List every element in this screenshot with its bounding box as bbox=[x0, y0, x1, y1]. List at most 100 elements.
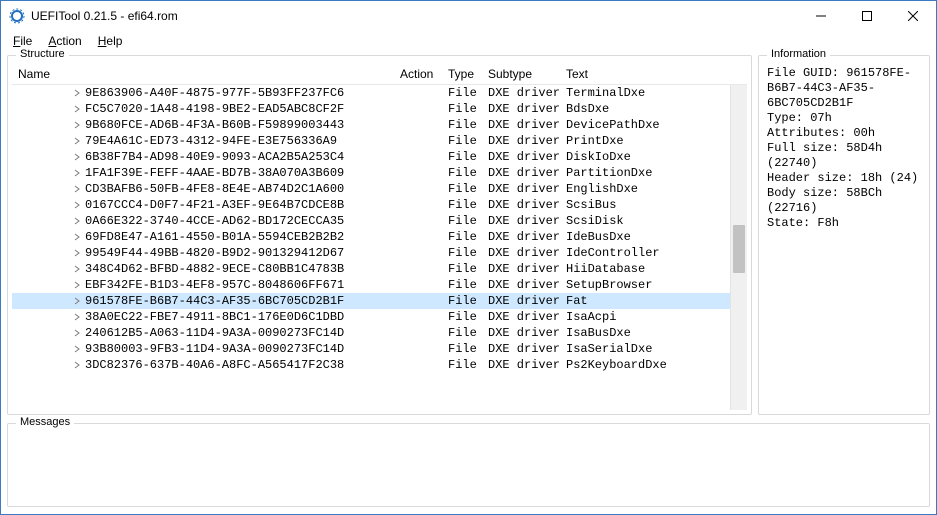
row-action bbox=[394, 261, 442, 277]
chevron-right-icon[interactable] bbox=[72, 280, 82, 290]
table-row[interactable]: 0A66E322-3740-4CCE-AD62-BD172CECCA35File… bbox=[12, 213, 747, 229]
row-name: 69FD8E47-A161-4550-B01A-5594CEB2B2B2 bbox=[85, 229, 344, 245]
information-legend: Information bbox=[767, 48, 830, 60]
header-subtype[interactable]: Subtype bbox=[482, 67, 560, 81]
minimize-button[interactable] bbox=[798, 1, 844, 31]
row-type: File bbox=[442, 293, 482, 309]
header-name[interactable]: Name bbox=[12, 67, 394, 81]
chevron-right-icon[interactable] bbox=[72, 232, 82, 242]
messages-legend: Messages bbox=[16, 416, 74, 428]
chevron-right-icon[interactable] bbox=[72, 200, 82, 210]
chevron-right-icon[interactable] bbox=[72, 136, 82, 146]
close-button[interactable] bbox=[890, 1, 936, 31]
row-text: PrintDxe bbox=[560, 133, 747, 149]
row-subtype: DXE driver bbox=[482, 277, 560, 293]
row-text: EnglishDxe bbox=[560, 181, 747, 197]
maximize-button[interactable] bbox=[844, 1, 890, 31]
row-type: File bbox=[442, 101, 482, 117]
table-row[interactable]: 38A0EC22-FBE7-4911-8BC1-176E0D6C1DBDFile… bbox=[12, 309, 747, 325]
window-buttons bbox=[798, 1, 936, 31]
row-action bbox=[394, 309, 442, 325]
chevron-right-icon[interactable] bbox=[72, 184, 82, 194]
row-type: File bbox=[442, 325, 482, 341]
chevron-right-icon[interactable] bbox=[72, 360, 82, 370]
table-row[interactable]: 0167CCC4-D0F7-4F21-A3EF-9E64B7CDCE8BFile… bbox=[12, 197, 747, 213]
row-subtype: DXE driver bbox=[482, 165, 560, 181]
vertical-scrollbar[interactable] bbox=[730, 85, 747, 410]
chevron-right-icon[interactable] bbox=[72, 168, 82, 178]
scrollbar-thumb[interactable] bbox=[733, 225, 745, 273]
row-subtype: DXE driver bbox=[482, 181, 560, 197]
row-subtype: DXE driver bbox=[482, 85, 560, 101]
row-action bbox=[394, 293, 442, 309]
table-row[interactable]: 9E863906-A40F-4875-977F-5B93FF237FC6File… bbox=[12, 85, 747, 101]
messages-panel: Messages bbox=[7, 423, 930, 507]
chevron-right-icon[interactable] bbox=[72, 104, 82, 114]
table-row[interactable]: CD3BAFB6-50FB-4FE8-8E4E-AB74D2C1A600File… bbox=[12, 181, 747, 197]
row-name: 0167CCC4-D0F7-4F21-A3EF-9E64B7CDCE8B bbox=[85, 197, 344, 213]
table-row[interactable]: 961578FE-B6B7-44C3-AF35-6BC705CD2B1FFile… bbox=[12, 293, 747, 309]
chevron-right-icon[interactable] bbox=[72, 120, 82, 130]
row-text: Fat bbox=[560, 293, 747, 309]
row-subtype: DXE driver bbox=[482, 149, 560, 165]
chevron-right-icon[interactable] bbox=[72, 248, 82, 258]
chevron-right-icon[interactable] bbox=[72, 296, 82, 306]
row-subtype: DXE driver bbox=[482, 261, 560, 277]
row-type: File bbox=[442, 261, 482, 277]
tree-header[interactable]: Name Action Type Subtype Text bbox=[12, 64, 747, 85]
row-subtype: DXE driver bbox=[482, 101, 560, 117]
chevron-right-icon[interactable] bbox=[72, 312, 82, 322]
table-row[interactable]: 99549F44-49BB-4820-B9D2-901329412D67File… bbox=[12, 245, 747, 261]
table-row[interactable]: FC5C7020-1A48-4198-9BE2-EAD5ABC8CF2FFile… bbox=[12, 101, 747, 117]
row-text: ScsiBus bbox=[560, 197, 747, 213]
table-row[interactable]: 6B38F7B4-AD98-40E9-9093-ACA2B5A253C4File… bbox=[12, 149, 747, 165]
table-row[interactable]: 3DC82376-637B-40A6-A8FC-A565417F2C38File… bbox=[12, 357, 747, 373]
row-subtype: DXE driver bbox=[482, 245, 560, 261]
row-type: File bbox=[442, 149, 482, 165]
row-text: IdeBusDxe bbox=[560, 229, 747, 245]
chevron-right-icon[interactable] bbox=[72, 152, 82, 162]
table-row[interactable]: 348C4D62-BFBD-4882-9ECE-C80BB1C4783BFile… bbox=[12, 261, 747, 277]
table-row[interactable]: 9B680FCE-AD6B-4F3A-B60B-F59899003443File… bbox=[12, 117, 747, 133]
chevron-right-icon[interactable] bbox=[72, 88, 82, 98]
row-action bbox=[394, 325, 442, 341]
chevron-right-icon[interactable] bbox=[72, 216, 82, 226]
window-title: UEFITool 0.21.5 - efi64.rom bbox=[31, 9, 178, 23]
row-name: 79E4A61C-ED73-4312-94FE-E3E756336A9 bbox=[85, 133, 337, 149]
row-subtype: DXE driver bbox=[482, 229, 560, 245]
messages-body[interactable] bbox=[12, 432, 925, 502]
row-action bbox=[394, 101, 442, 117]
table-row[interactable]: 79E4A61C-ED73-4312-94FE-E3E756336A9FileD… bbox=[12, 133, 747, 149]
row-subtype: DXE driver bbox=[482, 325, 560, 341]
header-action[interactable]: Action bbox=[394, 67, 442, 81]
chevron-right-icon[interactable] bbox=[72, 264, 82, 274]
row-subtype: DXE driver bbox=[482, 309, 560, 325]
row-name: EBF342FE-B1D3-4EF8-957C-8048606FF671 bbox=[85, 277, 344, 293]
row-text: DiskIoDxe bbox=[560, 149, 747, 165]
header-type[interactable]: Type bbox=[442, 67, 482, 81]
row-action bbox=[394, 197, 442, 213]
row-text: SetupBrowser bbox=[560, 277, 747, 293]
table-row[interactable]: 1FA1F39E-FEFF-4AAE-BD7B-38A070A3B609 File… bbox=[12, 165, 747, 181]
row-name: CD3BAFB6-50FB-4FE8-8E4E-AB74D2C1A600 bbox=[85, 181, 344, 197]
table-row[interactable]: 240612B5-A063-11D4-9A3A-0090273FC14DFile… bbox=[12, 325, 747, 341]
tree-rows[interactable]: 9E863906-A40F-4875-977F-5B93FF237FC6File… bbox=[12, 85, 747, 410]
information-body[interactable]: File GUID: 961578FE-B6B7-44C3-AF35-6BC70… bbox=[763, 64, 925, 233]
row-subtype: DXE driver bbox=[482, 293, 560, 309]
table-row[interactable]: EBF342FE-B1D3-4EF8-957C-8048606FF671File… bbox=[12, 277, 747, 293]
row-text: IsaSerialDxe bbox=[560, 341, 747, 357]
row-text: PartitionDxe bbox=[560, 165, 747, 181]
row-type: File bbox=[442, 117, 482, 133]
row-type: File bbox=[442, 165, 482, 181]
row-type: File bbox=[442, 309, 482, 325]
header-text[interactable]: Text bbox=[560, 67, 747, 81]
row-text: IdeController bbox=[560, 245, 747, 261]
row-action bbox=[394, 133, 442, 149]
table-row[interactable]: 69FD8E47-A161-4550-B01A-5594CEB2B2B2File… bbox=[12, 229, 747, 245]
row-type: File bbox=[442, 85, 482, 101]
table-row[interactable]: 93B80003-9FB3-11D4-9A3A-0090273FC14DFile… bbox=[12, 341, 747, 357]
menu-help[interactable]: Help bbox=[92, 32, 129, 50]
chevron-right-icon[interactable] bbox=[72, 328, 82, 338]
row-name: 1FA1F39E-FEFF-4AAE-BD7B-38A070A3B609 bbox=[85, 165, 344, 181]
chevron-right-icon[interactable] bbox=[72, 344, 82, 354]
